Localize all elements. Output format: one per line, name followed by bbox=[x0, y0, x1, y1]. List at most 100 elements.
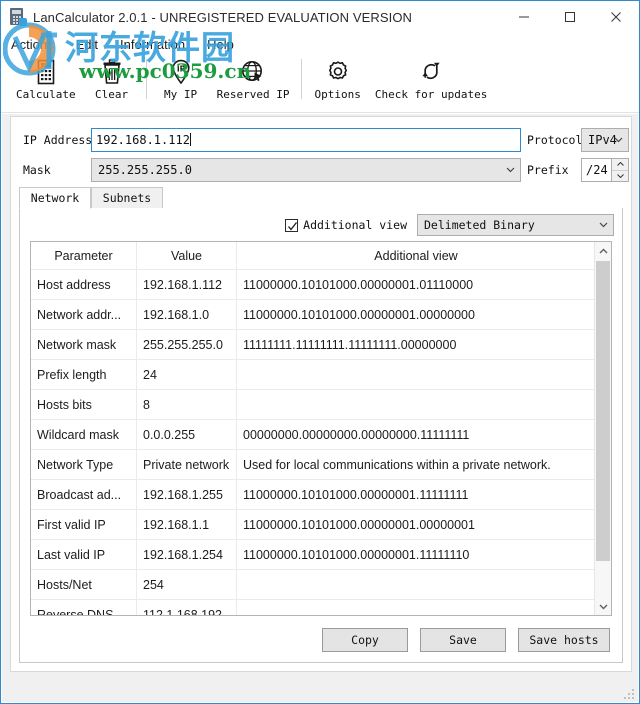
additional-view-format-value: Delimeted Binary bbox=[424, 218, 535, 232]
scroll-up-arrow-icon[interactable] bbox=[595, 242, 611, 259]
chevron-down-icon bbox=[506, 159, 515, 181]
protocol-value: IPv4 bbox=[588, 133, 617, 147]
table-row[interactable]: Last valid IP 192.168.1.254 11000000.101… bbox=[31, 540, 595, 570]
tab-network[interactable]: Network bbox=[19, 187, 91, 209]
cell-parameter: Last valid IP bbox=[31, 540, 137, 569]
cell-value: 192.168.1.0 bbox=[137, 300, 237, 329]
cell-additional bbox=[237, 570, 595, 599]
action-buttons: Copy Save Save hosts bbox=[310, 628, 610, 652]
map-pin-ip-icon: IP bbox=[170, 57, 192, 87]
table-row[interactable]: Network mask 255.255.255.0 11111111.1111… bbox=[31, 330, 595, 360]
vertical-scrollbar[interactable] bbox=[594, 242, 611, 615]
cell-value: 192.168.1.254 bbox=[137, 540, 237, 569]
cell-parameter: Hosts/Net bbox=[31, 570, 137, 599]
cell-value: 8 bbox=[137, 390, 237, 419]
additional-view-checkbox[interactable] bbox=[285, 218, 299, 232]
ip-address-input[interactable]: 192.168.1.112 bbox=[91, 128, 521, 152]
minimize-button[interactable] bbox=[501, 1, 547, 33]
app-window: LanCalculator 2.0.1 - UNREGISTERED EVALU… bbox=[0, 0, 640, 704]
menu-item-edit[interactable]: Edit bbox=[76, 37, 98, 52]
table-row[interactable]: First valid IP 192.168.1.1 11000000.1010… bbox=[31, 510, 595, 540]
window-controls bbox=[501, 1, 639, 33]
cell-parameter: Hosts bits bbox=[31, 390, 137, 419]
cell-parameter: Host address bbox=[31, 270, 137, 299]
cell-additional: Used for local communications within a p… bbox=[243, 457, 551, 472]
table-row[interactable]: Wildcard mask 0.0.0.255 00000000.0000000… bbox=[31, 420, 595, 450]
cell-value: 192.168.1.1 bbox=[137, 510, 237, 539]
cell-additional: 11111111.11111111.11111111.00000000 bbox=[243, 337, 457, 352]
table-row[interactable]: Hosts bits 8 bbox=[31, 390, 595, 420]
copy-button[interactable]: Copy bbox=[322, 628, 408, 652]
ip-address-label: IP Address bbox=[23, 133, 93, 147]
prefix-spin-buttons[interactable] bbox=[611, 159, 628, 181]
table-row[interactable]: Broadcast ad... 192.168.1.255 11000000.1… bbox=[31, 480, 595, 510]
title-bar: LanCalculator 2.0.1 - UNREGISTERED EVALU… bbox=[1, 1, 639, 33]
main-panel: IP Address 192.168.1.112 Protocol IPv4 M… bbox=[10, 116, 632, 672]
ip-address-value: 192.168.1.112 bbox=[96, 133, 190, 147]
toolbar-button-my-ip[interactable]: IP My IP bbox=[152, 55, 210, 101]
table-row[interactable]: Host address 192.168.1.112 11000000.1010… bbox=[31, 270, 595, 300]
scrollbar-thumb[interactable] bbox=[596, 261, 610, 561]
maximize-button[interactable] bbox=[547, 1, 593, 33]
tab-strip: Network Subnets bbox=[19, 187, 623, 209]
table-row[interactable]: Prefix length 24 bbox=[31, 360, 595, 390]
toolbar-label-reserved-ip: Reserved IP bbox=[216, 88, 290, 101]
tab-subnets[interactable]: Subnets bbox=[91, 187, 163, 209]
mask-row: Mask 255.255.255.0 Prefix /24 bbox=[11, 157, 631, 183]
cell-value: Private network bbox=[137, 450, 237, 479]
cell-parameter: Wildcard mask bbox=[31, 420, 137, 449]
toolbar-label-my-ip: My IP bbox=[164, 88, 198, 101]
spin-up-icon[interactable] bbox=[612, 159, 628, 171]
menu-item-information[interactable]: Information bbox=[120, 37, 185, 52]
client-area: IP Address 192.168.1.112 Protocol IPv4 M… bbox=[2, 114, 638, 702]
prefix-stepper[interactable]: /24 bbox=[581, 158, 629, 182]
toolbar-button-options[interactable]: Options bbox=[307, 55, 367, 101]
toolbar-label-calculate: Calculate bbox=[16, 88, 76, 101]
cell-parameter: Network mask bbox=[31, 330, 137, 359]
chevron-down-icon bbox=[599, 215, 608, 235]
table-row[interactable]: Network Type Private network Used for lo… bbox=[31, 450, 595, 480]
resize-grip[interactable] bbox=[622, 687, 634, 699]
save-hosts-button[interactable]: Save hosts bbox=[518, 628, 610, 652]
cell-parameter: Reverse DNS bbox=[31, 600, 137, 615]
toolbar-button-calculate[interactable]: Calculate bbox=[9, 55, 83, 101]
additional-view-format-select[interactable]: Delimeted Binary bbox=[417, 214, 614, 236]
cell-additional bbox=[237, 360, 595, 389]
save-button[interactable]: Save bbox=[420, 628, 506, 652]
toolbar-button-check-for-updates[interactable]: Check for updates bbox=[368, 55, 495, 101]
table-row[interactable]: Reverse DNS 112.1.168.192.... bbox=[31, 600, 595, 615]
cell-additional: 11000000.10101000.00000001.00000001 bbox=[243, 517, 475, 532]
toolbar-button-clear[interactable]: Clear bbox=[83, 55, 141, 101]
protocol-select[interactable]: IPv4 bbox=[581, 128, 629, 152]
cell-parameter: First valid IP bbox=[31, 510, 137, 539]
mask-value: 255.255.255.0 bbox=[98, 163, 192, 177]
table-row[interactable]: Network addr... 192.168.1.0 11000000.101… bbox=[31, 300, 595, 330]
close-button[interactable] bbox=[593, 1, 639, 33]
results-grid: Parameter Value Additional view Host add… bbox=[30, 241, 612, 616]
spin-down-icon[interactable] bbox=[612, 171, 628, 182]
cell-additional: 00000000.00000000.00000000.11111111 bbox=[243, 427, 470, 442]
toolbar-separator-1 bbox=[145, 59, 147, 99]
menu-bar: Actions Edit Information Help bbox=[1, 33, 639, 55]
toolbar-button-reserved-ip[interactable]: Reserved IP bbox=[210, 55, 297, 101]
table-row[interactable]: Hosts/Net 254 bbox=[31, 570, 595, 600]
mask-select[interactable]: 255.255.255.0 bbox=[91, 158, 521, 182]
scroll-down-arrow-icon[interactable] bbox=[595, 598, 611, 615]
additional-view-label: Additional view bbox=[303, 218, 407, 232]
cell-parameter: Prefix length bbox=[31, 360, 137, 389]
cell-value: 192.168.1.112 bbox=[137, 270, 237, 299]
menu-item-actions[interactable]: Actions bbox=[11, 37, 54, 52]
window-title: LanCalculator 2.0.1 - UNREGISTERED EVALU… bbox=[33, 9, 413, 25]
cell-value: 24 bbox=[137, 360, 237, 389]
results-grid-body: Parameter Value Additional view Host add… bbox=[31, 242, 595, 615]
toolbar-label-options: Options bbox=[314, 88, 361, 101]
cell-parameter: Network Type bbox=[31, 450, 137, 479]
prefix-label: Prefix bbox=[527, 163, 569, 177]
cell-value: 192.168.1.255 bbox=[137, 480, 237, 509]
refresh-icon bbox=[419, 57, 443, 87]
menu-item-help[interactable]: Help bbox=[207, 37, 234, 52]
globe-cursor-icon bbox=[241, 57, 265, 87]
cell-parameter: Broadcast ad... bbox=[31, 480, 137, 509]
trash-icon bbox=[101, 57, 123, 87]
tab-page-network: Additional view Delimeted Binary Paramet… bbox=[19, 208, 623, 663]
